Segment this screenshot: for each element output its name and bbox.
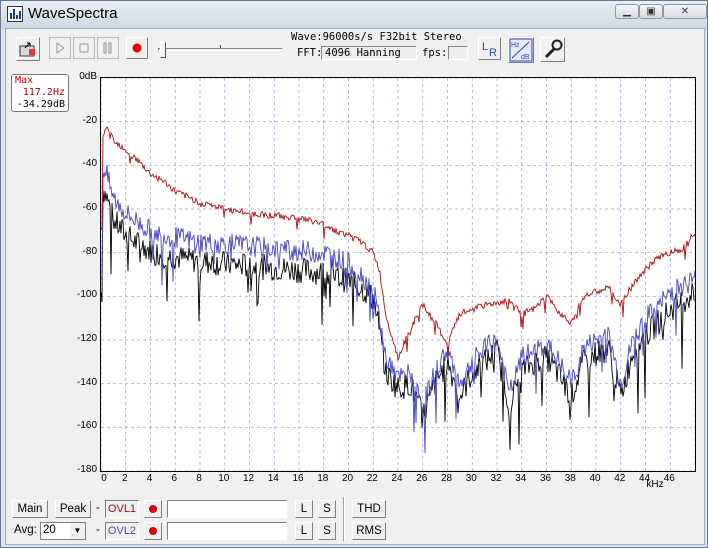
stop-icon — [79, 43, 89, 53]
ovl2-s-button[interactable]: S — [318, 522, 336, 540]
peak-button[interactable]: Peak — [55, 500, 91, 518]
avg-label: Avg: — [14, 524, 37, 536]
maximize-button[interactable]: ▣ — [639, 4, 663, 19]
record-icon — [132, 43, 142, 53]
y-tick-label: -120 — [76, 333, 97, 344]
hz-db-scale-button[interactable]: Hz dB — [508, 37, 534, 63]
spectrum-plot[interactable] — [100, 77, 696, 472]
x-tick-label: 36 — [539, 473, 552, 484]
position-slider[interactable] — [158, 41, 283, 59]
divider — [343, 497, 345, 541]
wave-info: Wave:96000s/s F32bit Stereo — [291, 31, 462, 43]
x-tick-label: 8 — [196, 473, 202, 484]
minimize-button[interactable]: ▁ — [615, 4, 639, 19]
avg-value: 20 — [43, 524, 56, 536]
avg-select[interactable]: 20 ▼ — [40, 522, 86, 540]
dash-1: - — [96, 502, 100, 514]
x-tick-label: 38 — [564, 473, 576, 484]
title-bar: WaveSpectra ▁ ▣ ✕ — [1, 1, 707, 27]
lr-channel-button[interactable]: LR — [478, 37, 501, 60]
y-tick-label: -160 — [76, 420, 97, 432]
slider-thumb[interactable] — [160, 42, 166, 58]
record-dot-icon — [149, 527, 157, 535]
record-button[interactable] — [126, 37, 148, 59]
svg-text:dB: dB — [521, 54, 530, 61]
info-panel: Wave:96000s/s F32bit Stereo FFT: 4096 Ha… — [288, 29, 471, 63]
fps-label: fps: — [422, 47, 448, 59]
play-button[interactable] — [49, 37, 71, 59]
ovl1-meter — [167, 500, 287, 518]
x-tick-label: 14 — [267, 473, 279, 484]
x-tick-label: 16 — [292, 473, 304, 484]
lr-icon: LR — [482, 41, 497, 59]
main-button[interactable]: Main — [12, 500, 48, 518]
y-tick-label: -180 — [76, 464, 97, 475]
thd-button[interactable]: THD — [352, 500, 386, 518]
ovl1-record-button[interactable] — [144, 500, 162, 518]
y-tick-label: -20 — [82, 114, 97, 126]
ovl2-record-button[interactable] — [144, 522, 162, 540]
readout-level: -34.29dB — [16, 99, 65, 110]
x-axis-unit: kHz — [646, 479, 664, 490]
open-file-button[interactable] — [16, 37, 40, 61]
ovl1-l-button[interactable]: L — [295, 500, 313, 518]
x-tick-label: 34 — [515, 473, 527, 484]
app-icon — [7, 6, 23, 22]
y-tick-label: -100 — [76, 289, 97, 301]
ovl1-indicator: OVL1 — [105, 500, 139, 518]
x-tick-label: 32 — [490, 473, 502, 484]
bottom-panel: Main Peak Avg: 20 ▼ - - OVL1 OVL2 L S L … — [6, 494, 706, 545]
fft-value[interactable]: 4096 Hanning — [321, 46, 417, 60]
x-tick-label: 30 — [465, 473, 477, 484]
window-title: WaveSpectra — [28, 5, 118, 22]
y-tick-label: -60 — [82, 202, 97, 213]
fps-value — [448, 46, 468, 60]
x-tick-label: 4 — [146, 473, 153, 484]
client-area: Wave:96000s/s F32bit Stereo FFT: 4096 Ha… — [5, 28, 705, 545]
ovl2-indicator: OVL2 — [105, 522, 139, 540]
y-tick-label: -140 — [76, 376, 97, 388]
play-icon — [56, 42, 65, 54]
x-tick-label: 24 — [391, 473, 403, 484]
x-tick-label: 18 — [317, 473, 329, 484]
x-tick-label: 22 — [366, 473, 378, 484]
x-tick-label: 42 — [614, 473, 626, 484]
ovl1-s-button[interactable]: S — [318, 500, 336, 518]
y-tick-label: -80 — [82, 245, 97, 257]
ovl2-l-button[interactable]: L — [295, 522, 313, 540]
x-tick-label: 40 — [589, 473, 601, 484]
y-tick-label: 0dB — [79, 71, 97, 82]
x-tick-label: 28 — [440, 473, 453, 484]
pause-icon — [103, 42, 112, 54]
record-dot-icon — [149, 505, 157, 513]
x-tick-label: 12 — [242, 473, 255, 484]
x-tick-label: 6 — [171, 473, 178, 484]
x-tick-label: 20 — [341, 473, 354, 484]
stop-button[interactable] — [73, 37, 95, 59]
x-tick-label: 0 — [101, 473, 107, 484]
hz-db-icon: HzdB — [509, 38, 533, 62]
pause-button[interactable] — [97, 37, 119, 59]
folder-arrow-icon — [19, 42, 35, 57]
fft-label: FFT: — [297, 47, 323, 59]
svg-text:L: L — [482, 41, 488, 53]
x-tick-label: 26 — [416, 473, 428, 484]
settings-button[interactable] — [540, 37, 565, 62]
y-tick-label: -40 — [82, 158, 97, 170]
x-tick-label: 10 — [218, 473, 230, 484]
dash-2: - — [96, 524, 100, 536]
chevron-down-icon[interactable]: ▼ — [70, 523, 85, 539]
x-tick-label: 2 — [121, 473, 128, 484]
ovl2-meter — [167, 522, 287, 540]
close-button[interactable]: ✕ — [663, 4, 707, 19]
app-window: WaveSpectra ▁ ▣ ✕ Wave:96000s/s F32bit S… — [0, 0, 708, 548]
svg-text:Hz: Hz — [511, 42, 520, 49]
wrench-icon — [544, 39, 563, 59]
svg-text:R: R — [489, 47, 497, 59]
spectrum-chart — [101, 78, 695, 471]
rms-button[interactable]: RMS — [352, 522, 386, 540]
readout-frequency: 117.2Hz — [22, 87, 65, 98]
